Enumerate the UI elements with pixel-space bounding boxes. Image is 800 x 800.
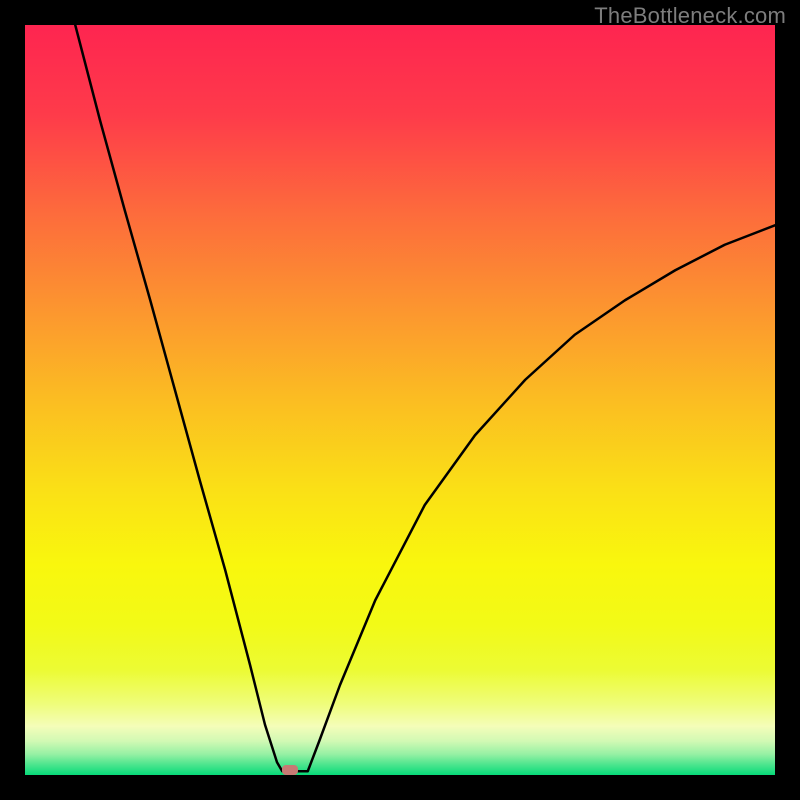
minimum-marker	[282, 765, 298, 775]
chart-frame: TheBottleneck.com	[0, 0, 800, 800]
plot-area	[25, 25, 775, 775]
bottleneck-curve	[25, 25, 775, 775]
watermark-text: TheBottleneck.com	[594, 3, 786, 29]
